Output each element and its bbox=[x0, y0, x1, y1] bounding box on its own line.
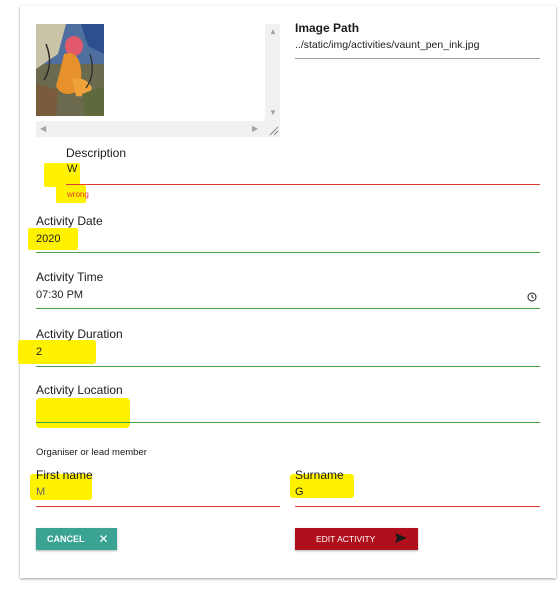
description-input[interactable]: W bbox=[67, 163, 77, 175]
highlight-mark bbox=[36, 398, 130, 428]
first-name-label: First name bbox=[36, 468, 93, 482]
scroll-left-icon[interactable]: ◀ bbox=[40, 125, 46, 133]
activity-location-label: Activity Location bbox=[36, 383, 123, 397]
scroll-right-icon[interactable]: ▶ bbox=[252, 125, 258, 133]
clock-icon[interactable] bbox=[527, 289, 537, 307]
scroll-up-icon[interactable]: ▲ bbox=[269, 28, 277, 36]
activity-image bbox=[36, 24, 104, 116]
resize-handle-icon[interactable] bbox=[265, 121, 280, 137]
surname-input[interactable]: G bbox=[295, 486, 304, 498]
activity-time-input[interactable]: 07:30 PM bbox=[36, 289, 83, 301]
vertical-scrollbar[interactable]: ▲ ▼ bbox=[265, 24, 280, 121]
send-icon bbox=[395, 533, 408, 545]
description-underline bbox=[66, 184, 540, 185]
activity-duration-input[interactable]: 2 bbox=[36, 346, 42, 358]
image-preview-box[interactable]: ▲ ▼ ◀ ▶ bbox=[36, 24, 280, 137]
activity-date-underline bbox=[36, 252, 540, 253]
description-label: Description bbox=[66, 146, 127, 160]
first-name-underline bbox=[36, 506, 280, 507]
description-error: wrong bbox=[67, 190, 89, 199]
surname-underline bbox=[295, 506, 540, 507]
cancel-button[interactable]: CANCEL ✕ bbox=[36, 528, 117, 550]
activity-date-label: Activity Date bbox=[36, 214, 103, 228]
activity-location-underline bbox=[36, 422, 540, 423]
cancel-button-label: CANCEL bbox=[47, 534, 85, 544]
image-path-value: ../static/img/activities/vaunt_pen_ink.j… bbox=[295, 39, 480, 51]
surname-label: Surname bbox=[295, 468, 344, 482]
first-name-input[interactable]: M bbox=[36, 486, 45, 498]
activity-duration-underline bbox=[36, 366, 540, 367]
edit-activity-button-label: EDIT ACTIVITY bbox=[316, 534, 376, 544]
image-path-label: Image Path bbox=[295, 21, 360, 35]
scroll-down-icon[interactable]: ▼ bbox=[269, 109, 277, 117]
activity-time-label: Activity Time bbox=[36, 270, 104, 284]
image-path-underline bbox=[295, 58, 540, 59]
highlight-mark bbox=[18, 340, 96, 364]
activity-date-input[interactable]: 2020 bbox=[36, 233, 60, 245]
organiser-heading: Organiser or lead member bbox=[36, 447, 147, 458]
activity-duration-label: Activity Duration bbox=[36, 327, 123, 341]
edit-activity-button[interactable]: EDIT ACTIVITY bbox=[295, 528, 418, 550]
close-icon: ✕ bbox=[98, 532, 109, 546]
activity-time-underline bbox=[36, 308, 540, 309]
horizontal-scrollbar[interactable]: ◀ ▶ bbox=[36, 121, 265, 137]
